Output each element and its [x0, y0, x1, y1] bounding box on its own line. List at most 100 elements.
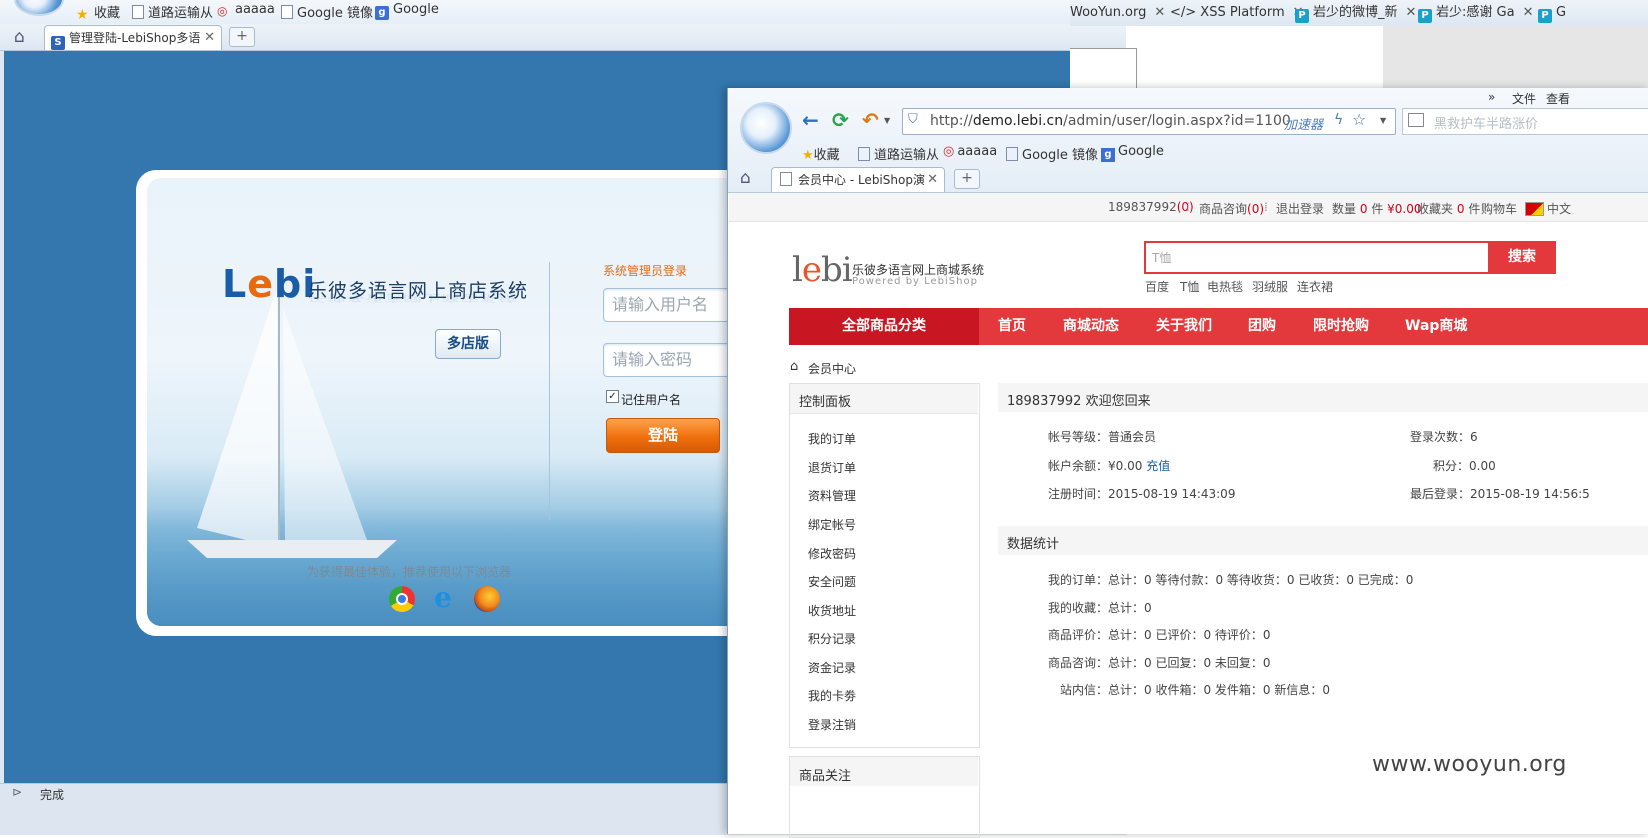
- chevron-down-icon[interactable]: ▼: [884, 116, 890, 125]
- expand-menu-icon[interactable]: »: [1488, 90, 1495, 104]
- welcome-text: 189837992 欢迎您回来: [1007, 394, 1151, 409]
- p-favicon-icon: P: [1538, 9, 1552, 23]
- top-logout-link[interactable]: 退出登录: [1276, 200, 1324, 217]
- password-input[interactable]: 请输入密码: [603, 343, 737, 377]
- bookmark-google-mirror[interactable]: Google 镜像: [281, 2, 373, 21]
- menu-file[interactable]: 文件: [1512, 90, 1536, 107]
- shop-logo[interactable]: lebi: [792, 250, 853, 290]
- close-icon[interactable]: ✕: [1406, 5, 1417, 20]
- nav-news[interactable]: 商城动态: [1063, 308, 1119, 345]
- nav-all-categories[interactable]: 全部商品分类: [789, 308, 979, 345]
- page-icon: [1006, 147, 1018, 161]
- sidebar-item-orders[interactable]: 我的订单: [808, 430, 856, 447]
- back-arrow-icon[interactable]: ←: [802, 108, 819, 132]
- shop-search-input[interactable]: [1144, 241, 1490, 274]
- sidebar-item-profile[interactable]: 资料管理: [808, 487, 856, 504]
- bookmark-favorites[interactable]: ★收藏: [76, 2, 120, 23]
- tab-thanks[interactable]: P 岩少:感谢 Ga ✕: [1418, 2, 1533, 24]
- tab-xss-platform[interactable]: </> XSS Platform✕: [1170, 2, 1304, 24]
- chrome-icon[interactable]: [389, 586, 415, 612]
- menu-view[interactable]: 查看: [1546, 90, 1570, 107]
- sidebar-toggle-icon[interactable]: ⊳: [12, 785, 22, 799]
- recharge-link[interactable]: 充值: [1146, 459, 1170, 473]
- close-icon[interactable]: ✕: [927, 168, 938, 192]
- bookmark-google[interactable]: g Google: [375, 2, 439, 20]
- tab-wooyun[interactable]: WooYun.org ✕: [1070, 2, 1165, 24]
- bookmark-google-mirror[interactable]: Google 镜像: [1006, 144, 1098, 163]
- register-time: 注册时间：2015-08-19 14:43:09: [1048, 487, 1236, 501]
- hot-word[interactable]: 百度: [1145, 278, 1169, 295]
- breadcrumb[interactable]: 会员中心: [808, 360, 856, 377]
- lightning-icon[interactable]: ϟ: [1334, 112, 1343, 128]
- tab-weibo[interactable]: P 岩少的微博_新 ✕: [1295, 2, 1416, 24]
- close-icon[interactable]: ✕: [1154, 5, 1165, 20]
- new-tab-button[interactable]: +: [229, 27, 255, 47]
- sogou-browser-logo-icon[interactable]: [740, 102, 792, 154]
- home-icon[interactable]: ⌂: [790, 359, 798, 374]
- bookmark-aaaaa[interactable]: ◎ aaaaa: [943, 144, 997, 159]
- hot-word[interactable]: T恤: [1180, 278, 1199, 295]
- bookmark-road-transport[interactable]: 道路运输从: [858, 144, 939, 163]
- sidebar-item-points[interactable]: 积分记录: [808, 630, 856, 647]
- shop-search-button[interactable]: 搜索: [1488, 241, 1556, 274]
- sidebar-item-address[interactable]: 收货地址: [808, 602, 856, 619]
- hot-word[interactable]: 连衣裙: [1297, 278, 1333, 295]
- chevron-down-icon[interactable]: ▼: [1380, 116, 1386, 125]
- stats-reviews: 商品评价：总计：0 已评价：0 待评价：0: [1048, 628, 1271, 642]
- p-favicon-icon: P: [1295, 9, 1309, 23]
- sidebar-item-returns[interactable]: 退货订单: [808, 459, 856, 476]
- multi-store-button[interactable]: 多店版: [435, 329, 501, 359]
- address-url[interactable]: http://demo.lebi.cn/admin/user/login.asp…: [930, 113, 1291, 129]
- stats-orders: 我的订单：总计：0 等待付款：0 等待收货：0 已收货：0 已完成：0: [1048, 573, 1414, 587]
- username-input[interactable]: 请输入用户名: [603, 288, 737, 322]
- hot-word[interactable]: 电热毯: [1207, 278, 1243, 295]
- close-icon[interactable]: ✕: [1523, 5, 1534, 20]
- remember-label: 记住用户名: [621, 393, 682, 407]
- sidebar-item-funds[interactable]: 资金记录: [808, 659, 856, 676]
- sidebar-item-cards[interactable]: 我的卡劵: [808, 687, 856, 704]
- sidebar-item-logout[interactable]: 登录注销: [808, 716, 856, 733]
- account-level: 帐号等级：普通会员: [1048, 430, 1157, 444]
- new-tab-button[interactable]: +: [954, 169, 980, 189]
- tab-member-center[interactable]: 会员中心 - LebiShop演 ✕: [771, 167, 945, 192]
- top-favorites[interactable]: 收藏夹 0 件: [1417, 200, 1480, 217]
- sidebar-item-change-password[interactable]: 修改密码: [808, 545, 856, 562]
- page-icon: [132, 5, 144, 19]
- sidebar-item-security-question[interactable]: 安全问题: [808, 573, 856, 590]
- bookmark-favorites[interactable]: ★收藏: [802, 144, 840, 163]
- nav-about[interactable]: 关于我们: [1156, 308, 1212, 345]
- bookmark-google[interactable]: g Google: [1101, 144, 1164, 162]
- top-cart-link[interactable]: 购物车: [1481, 200, 1517, 217]
- bookmark-star-icon[interactable]: ☆: [1352, 110, 1366, 129]
- undo-close-icon[interactable]: ↶: [862, 108, 879, 132]
- lebishop-favicon-icon: S: [51, 36, 65, 50]
- sidebar-title: 控制面板: [799, 395, 852, 410]
- login-button[interactable]: 登陆: [606, 418, 720, 453]
- tab-g[interactable]: PG: [1538, 2, 1566, 24]
- bookmark-aaaaa[interactable]: ◎ aaaaa: [217, 2, 275, 18]
- top-consult-link[interactable]: 商品咨询(0): [1199, 200, 1264, 217]
- ie-icon[interactable]: e: [430, 584, 456, 612]
- image-search-icon[interactable]: [1408, 113, 1424, 127]
- language-switch[interactable]: 中文: [1547, 200, 1571, 217]
- close-icon[interactable]: ✕: [204, 26, 215, 50]
- bookmark-road-transport[interactable]: 道路运输从: [132, 2, 213, 21]
- nav-wap[interactable]: Wap商城: [1405, 308, 1467, 345]
- nav-flash-sale[interactable]: 限时抢购: [1313, 308, 1369, 345]
- weibo-icon: ◎: [217, 4, 228, 18]
- refresh-icon[interactable]: ⟳: [832, 108, 849, 132]
- account-balance: 帐户余额：¥0.00 充值: [1048, 459, 1171, 473]
- firefox-icon[interactable]: [474, 586, 500, 612]
- home-icon[interactable]: ⌂: [14, 27, 25, 47]
- tab-admin-login[interactable]: S 管理登陆-LebiShop多语 ✕: [44, 25, 222, 50]
- sidebar-item-bind-account[interactable]: 绑定帐号: [808, 516, 856, 533]
- nav-group-buy[interactable]: 团购: [1248, 308, 1276, 345]
- shop-powered-by: Powered by LebiShop: [852, 276, 978, 287]
- hot-word[interactable]: 羽绒服: [1252, 278, 1288, 295]
- home-icon[interactable]: ⌂: [740, 168, 751, 188]
- nav-home[interactable]: 首页: [998, 308, 1026, 345]
- accelerator-label[interactable]: 加速器: [1284, 114, 1323, 133]
- weibo-icon: ◎: [943, 144, 955, 159]
- remember-checkbox[interactable]: ✓: [606, 390, 619, 403]
- top-user-link[interactable]: 189837992(0): [1108, 200, 1194, 214]
